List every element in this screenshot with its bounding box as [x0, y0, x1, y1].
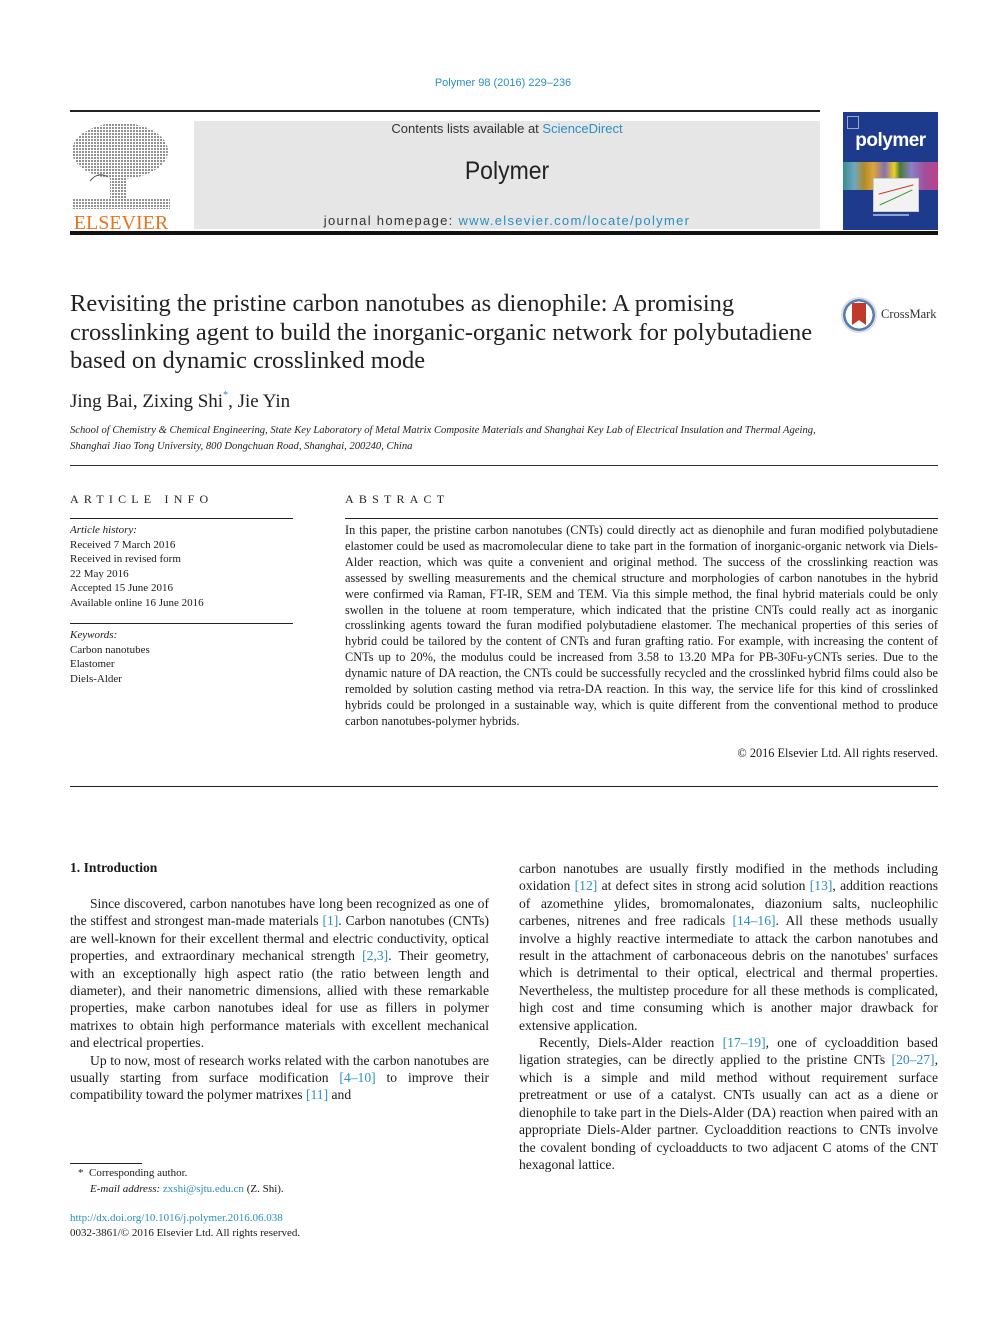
citation-link[interactable]: [12]: [575, 878, 598, 893]
email-line: E-mail address: zxshi@sjtu.edu.cn (Z. Sh…: [78, 1182, 284, 1198]
history-list: Received 7 March 2016 Received in revised…: [70, 538, 293, 611]
journal-cover-thumbnail[interactable]: polymer: [843, 112, 938, 230]
keywords: Keywords: Carbon nanotubes Elastomer Diels…: [70, 628, 293, 686]
footnote-mark: *: [78, 1167, 84, 1179]
citation-link[interactable]: [13]: [810, 878, 833, 893]
footnote-rule: [70, 1163, 142, 1164]
homepage-prefix: journal homepage:: [323, 213, 459, 228]
author-name[interactable]: Zixing Shi: [142, 391, 223, 412]
crossmark-button[interactable]: CrossMark: [841, 297, 941, 333]
affiliation: School of Chemistry & Chemical Engineeri…: [70, 425, 816, 452]
abstract-bottom-rule: [70, 786, 938, 787]
body-paragraph: Up to now, most of research works relate…: [70, 1052, 490, 1103]
history-item: Received in revised form: [70, 553, 181, 565]
journal-title: Polymer: [464, 157, 550, 185]
cover-title: polymer: [855, 130, 926, 151]
journal-reference-link[interactable]: Polymer 98 (2016) 229–236: [0, 77, 992, 89]
crossmark-icon: [841, 297, 877, 333]
keywords-list: Carbon nanotubes Elastomer Diels-Alder: [70, 643, 293, 687]
email-link[interactable]: zxshi@sjtu.edu.cn: [163, 1183, 244, 1195]
header-top-rule: [70, 110, 820, 112]
keyword-item: Diels-Alder: [70, 672, 122, 685]
body-column-right: carbon nanotubes are usually firstly mod…: [519, 860, 938, 1173]
corresponding-author-note: * Corresponding author.: [78, 1166, 284, 1182]
contents-prefix: Contents lists available at: [391, 121, 543, 136]
author-name[interactable]: Jing Bai: [70, 391, 133, 412]
citation-link[interactable]: [4–10]: [339, 1070, 375, 1085]
sciencedirect-link[interactable]: ScienceDirect: [542, 121, 622, 136]
citation-link[interactable]: [11]: [306, 1087, 328, 1102]
corresponding-author-mark[interactable]: *: [223, 390, 228, 401]
body-paragraph: Recently, Diels-Alder reaction [17–19], …: [519, 1035, 938, 1172]
abstract-rule: [345, 518, 938, 519]
article-title: Revisiting the pristine carbon nanotubes…: [70, 290, 813, 374]
abstract-heading: ABSTRACT: [345, 492, 450, 506]
article-info-rule: [70, 518, 293, 519]
body-column-left: Since discovered, carbon nanotubes have …: [70, 895, 489, 1104]
journal-masthead: Contents lists available at ScienceDirec…: [194, 121, 820, 229]
section-heading-introduction: 1. Introduction: [70, 860, 158, 875]
issn-copyright: 0032-3861/© 2016 Elsevier Ltd. All right…: [70, 1227, 301, 1239]
citation-link[interactable]: [20–27]: [892, 1052, 935, 1067]
tree-icon: [72, 123, 170, 209]
header-bottom-rule: [70, 231, 938, 235]
abstract-copyright: © 2016 Elsevier Ltd. All rights reserved…: [737, 746, 938, 760]
citation-link[interactable]: [14–16]: [732, 913, 775, 928]
history-item: Available online 16 June 2016: [70, 596, 204, 609]
author-name[interactable]: Jie Yin: [238, 391, 291, 412]
footnote-text: Corresponding author.: [89, 1167, 188, 1179]
history-item: Received 7 March 2016: [70, 538, 176, 551]
crossmark-label: CrossMark: [881, 307, 937, 321]
citation-link[interactable]: [1]: [322, 913, 338, 928]
history-label: Article history:: [70, 524, 137, 536]
cover-publisher-icon: [847, 116, 859, 129]
abstract-text: In this paper, the pristine carbon nanot…: [345, 523, 938, 728]
article-history: Article history: Received 7 March 2016 Re…: [70, 523, 293, 610]
body-paragraph: Since discovered, carbon nanotubes have …: [70, 896, 489, 1051]
keyword-item: Carbon nanotubes: [70, 643, 150, 656]
keywords-rule: [70, 623, 293, 624]
homepage-link[interactable]: www.elsevier.com/locate/polymer: [458, 213, 690, 228]
email-label: E-mail address:: [90, 1182, 161, 1195]
contents-line: Contents lists available at ScienceDirec…: [194, 121, 820, 137]
history-item: 22 May 2016: [70, 567, 129, 580]
footnote: * Corresponding author. E-mail address: …: [78, 1166, 284, 1197]
body-paragraph: carbon nanotubes are usually firstly mod…: [519, 861, 939, 1033]
keyword-item: Elastomer: [70, 658, 115, 670]
history-item: Accepted 15 June 2016: [70, 582, 173, 594]
citation-link[interactable]: [17–19]: [723, 1035, 766, 1050]
keywords-label: Keywords:: [70, 629, 118, 641]
cover-footer-line: [873, 214, 909, 216]
homepage-line: journal homepage: www.elsevier.com/locat…: [194, 213, 820, 228]
section-rule: [70, 465, 938, 466]
citation-link[interactable]: [2,3]: [362, 948, 388, 963]
article-info-heading: ARTICLE INFO: [70, 492, 214, 506]
email-suffix: (Z. Shi).: [243, 1182, 284, 1195]
author-list: Jing Bai, Zixing Shi*, Jie Yin: [70, 390, 291, 412]
doi-link[interactable]: http://dx.doi.org/10.1016/j.polymer.2016…: [70, 1211, 283, 1227]
cover-chart-icon: [873, 178, 919, 212]
